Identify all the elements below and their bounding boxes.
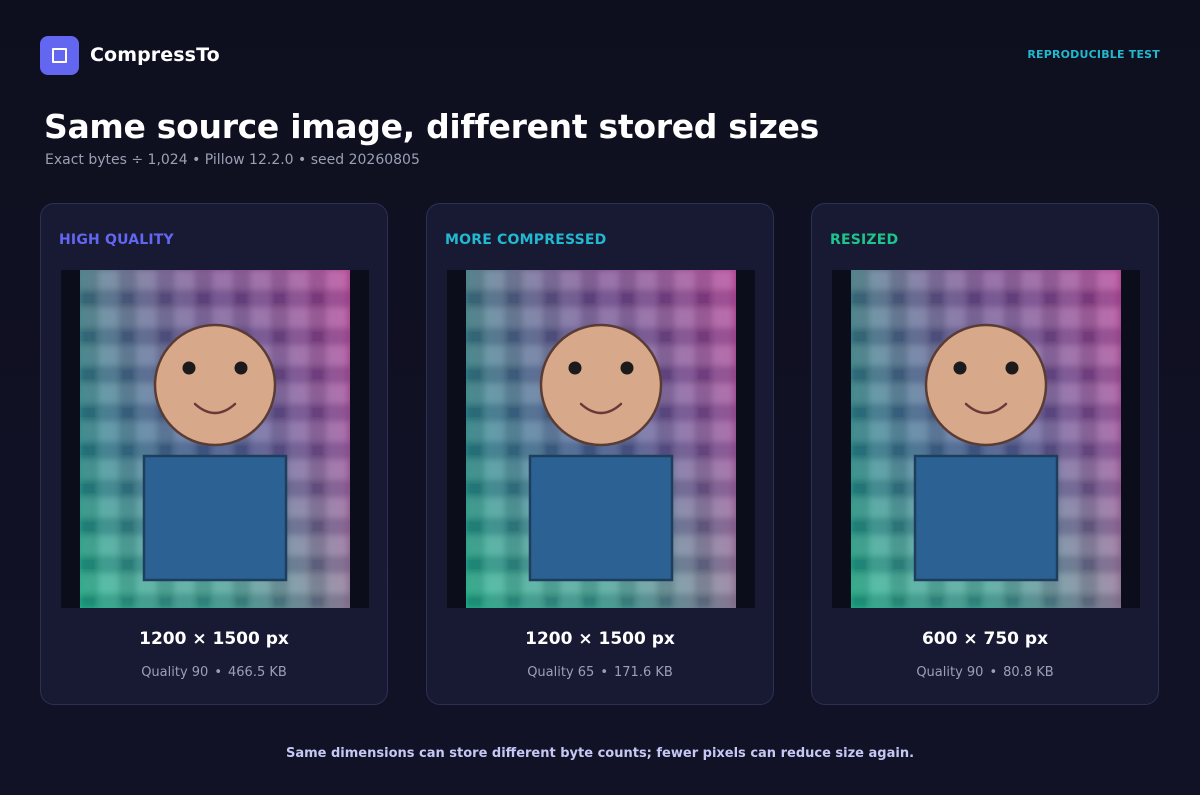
app-logo-icon bbox=[40, 36, 79, 75]
image-meta: Quality 90 • 466.5 KB bbox=[41, 665, 387, 680]
card-label: MORE COMPRESSED bbox=[445, 232, 607, 248]
card-more-compressed: MORE COMPRESSED 1200 × 1500 px Quality 6… bbox=[426, 203, 774, 705]
smiley-figure-icon bbox=[832, 270, 1140, 608]
smiley-figure-icon bbox=[447, 270, 755, 608]
file-size: 80.8 KB bbox=[1003, 665, 1054, 680]
separator-dot: • bbox=[214, 665, 222, 680]
quality-value: Quality 90 bbox=[141, 665, 209, 680]
footer-note: Same dimensions can store different byte… bbox=[285, 746, 915, 761]
preview-image bbox=[832, 270, 1140, 608]
smiley-figure-icon bbox=[61, 270, 369, 608]
preview-image bbox=[447, 270, 755, 608]
logo-square-icon bbox=[52, 48, 67, 63]
card-label: HIGH QUALITY bbox=[59, 232, 174, 248]
image-meta: Quality 65 • 171.6 KB bbox=[427, 665, 773, 680]
card-resized: RESIZED 600 × 750 px Quality 90 • 80.8 KB bbox=[811, 203, 1159, 705]
image-dimensions: 1200 × 1500 px bbox=[139, 629, 289, 649]
file-size: 466.5 KB bbox=[228, 665, 287, 680]
quality-value: Quality 65 bbox=[527, 665, 595, 680]
separator-dot: • bbox=[989, 665, 998, 680]
file-size: 171.6 KB bbox=[614, 665, 673, 680]
image-meta: Quality 90 • 80.8 KB bbox=[812, 665, 1158, 680]
quality-value: Quality 90 bbox=[916, 665, 984, 680]
reproducible-test-badge: REPRODUCIBLE TEST bbox=[1027, 48, 1160, 61]
card-label: RESIZED bbox=[830, 232, 899, 248]
page-title: Same source image, different stored size… bbox=[44, 107, 819, 146]
image-dimensions: 600 × 750 px bbox=[921, 629, 1049, 649]
card-high-quality: HIGH QUALITY 1200 × 1500 px Quality 90 • 4… bbox=[40, 203, 388, 705]
brand-name: CompressTo bbox=[90, 44, 220, 66]
image-dimensions: 1200 × 1500 px bbox=[525, 629, 675, 649]
page: CompressTo REPRODUCIBLE TEST Same source… bbox=[0, 0, 1200, 795]
preview-image bbox=[61, 270, 369, 608]
page-subtitle: Exact bytes ÷ 1,024 • Pillow 12.2.0 • se… bbox=[45, 152, 420, 168]
header: CompressTo REPRODUCIBLE TEST bbox=[40, 36, 1160, 76]
separator-dot: • bbox=[600, 665, 608, 680]
